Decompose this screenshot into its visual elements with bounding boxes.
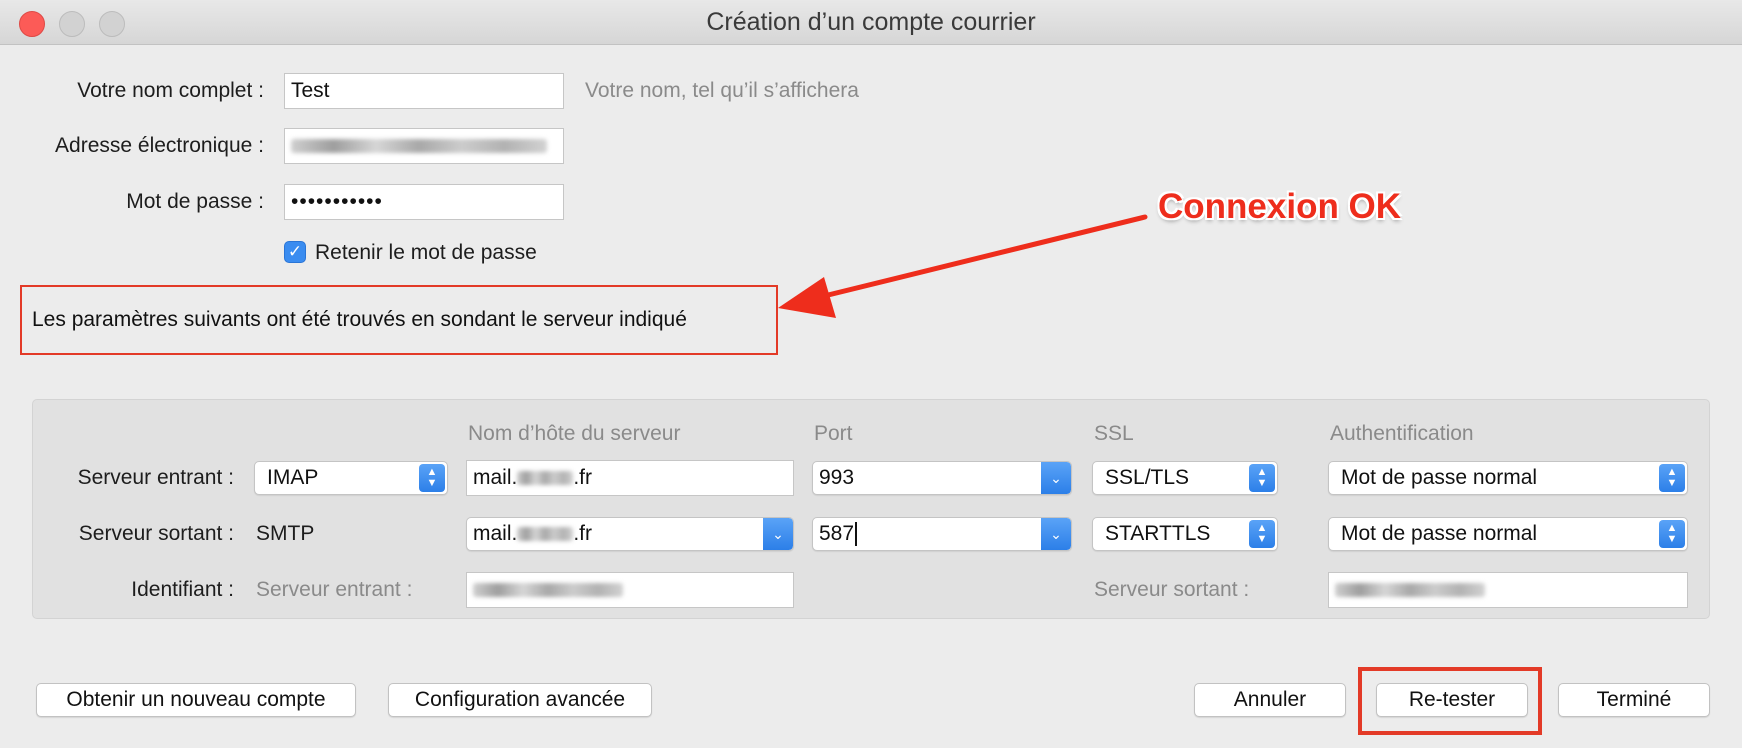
outgoing-host-redacted	[517, 527, 574, 542]
ssl-column-header: SSL	[1094, 422, 1134, 445]
account-setup-window: Création d’un compte courrier Votre nom …	[0, 0, 1742, 748]
hostname-column-header: Nom d’hôte du serveur	[468, 422, 681, 445]
outgoing-ssl-value: STARTTLS	[1105, 522, 1211, 545]
incoming-protocol-value: IMAP	[267, 466, 319, 489]
outgoing-protocol: SMTP	[256, 522, 315, 545]
remember-password-label: Retenir le mot de passe	[315, 241, 537, 264]
password-field[interactable]: •••••••••••	[284, 184, 564, 220]
incoming-ssl-value: SSL/TLS	[1105, 466, 1190, 489]
new-account-button[interactable]: Obtenir un nouveau compte	[36, 683, 356, 717]
email-label: Adresse électronique :	[55, 134, 264, 157]
incoming-username-field[interactable]	[466, 572, 794, 608]
full-name-label: Votre nom complet :	[77, 79, 264, 102]
identifier-incoming-label: Serveur entrant :	[256, 578, 413, 601]
password-value: •••••••••••	[291, 190, 383, 213]
outgoing-port-value: 587	[819, 522, 855, 545]
outgoing-host-suffix: .fr	[573, 522, 593, 545]
full-name-field[interactable]: Test	[284, 73, 564, 109]
incoming-port-combobox[interactable]: 993 ⌄	[812, 461, 1072, 495]
outgoing-auth-select[interactable]: Mot de passe normal ▲ ▼	[1328, 517, 1688, 551]
identifier-label: Identifiant :	[131, 578, 234, 601]
updown-arrows-icon: ▲ ▼	[1659, 464, 1685, 492]
incoming-host-redacted	[517, 471, 574, 486]
incoming-host-suffix: .fr	[573, 466, 593, 489]
incoming-protocol-select[interactable]: IMAP ▲ ▼	[254, 461, 448, 495]
advanced-config-button[interactable]: Configuration avancée	[388, 683, 652, 717]
auth-column-header: Authentification	[1330, 422, 1474, 445]
updown-arrows-icon: ▲ ▼	[1659, 520, 1685, 548]
outgoing-hostname-combobox[interactable]: mail. .fr ⌄	[466, 517, 794, 551]
updown-arrows-icon: ▲ ▼	[1249, 464, 1275, 492]
chevron-down-icon[interactable]: ⌄	[1041, 462, 1071, 494]
outgoing-auth-value: Mot de passe normal	[1341, 522, 1538, 545]
probe-result-notice: Les paramètres suivants ont été trouvés …	[32, 308, 687, 331]
done-button[interactable]: Terminé	[1558, 683, 1710, 717]
incoming-auth-value: Mot de passe normal	[1341, 466, 1538, 489]
annotation-arrow-icon	[778, 214, 1148, 318]
outgoing-username-field[interactable]	[1328, 572, 1688, 608]
incoming-auth-select[interactable]: Mot de passe normal ▲ ▼	[1328, 461, 1688, 495]
password-label: Mot de passe :	[126, 190, 264, 213]
email-field[interactable]	[284, 128, 564, 164]
window-title: Création d’un compte courrier	[706, 8, 1036, 36]
incoming-ssl-select[interactable]: SSL/TLS ▲ ▼	[1092, 461, 1278, 495]
retest-highlight-box	[1358, 667, 1542, 735]
outgoing-host-prefix: mail.	[473, 522, 518, 545]
annotation-label: Connexion OK	[1158, 187, 1402, 226]
full-name-hint: Votre nom, tel qu’il s’affichera	[585, 79, 859, 102]
full-name-value: Test	[291, 79, 330, 102]
port-column-header: Port	[814, 422, 853, 445]
chevron-down-icon[interactable]: ⌄	[1041, 518, 1071, 550]
incoming-server-label: Serveur entrant :	[77, 466, 234, 489]
title-bar: Création d’un compte courrier	[0, 0, 1742, 45]
remember-password-checkbox[interactable]: ✓	[284, 241, 306, 263]
outgoing-username-redacted	[1335, 583, 1485, 598]
outgoing-port-combobox[interactable]: 587 ⌄	[812, 517, 1072, 551]
identifier-outgoing-label: Serveur sortant :	[1094, 578, 1250, 601]
text-cursor	[855, 522, 858, 547]
incoming-port-value: 993	[819, 466, 855, 489]
outgoing-ssl-select[interactable]: STARTTLS ▲ ▼	[1092, 517, 1278, 551]
updown-arrows-icon: ▲ ▼	[419, 464, 445, 492]
cancel-button[interactable]: Annuler	[1194, 683, 1346, 717]
incoming-hostname-field[interactable]: mail. .fr	[466, 460, 794, 496]
updown-arrows-icon: ▲ ▼	[1249, 520, 1275, 548]
incoming-host-prefix: mail.	[473, 466, 518, 489]
outgoing-server-label: Serveur sortant :	[78, 522, 234, 545]
incoming-username-redacted	[473, 583, 623, 598]
chevron-down-icon[interactable]: ⌄	[763, 518, 793, 550]
email-redacted	[291, 139, 547, 154]
checkmark-icon: ✓	[287, 242, 303, 261]
